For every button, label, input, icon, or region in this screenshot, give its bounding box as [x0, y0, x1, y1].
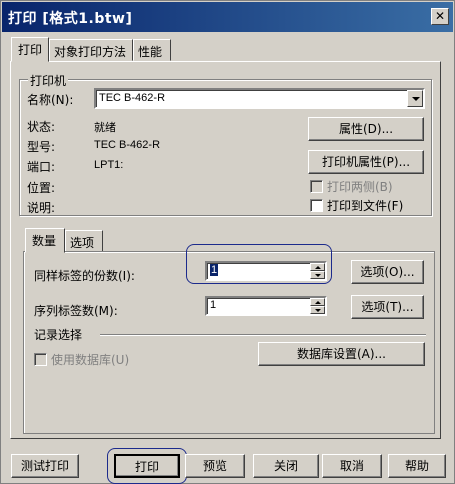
close-icon: ✕ [434, 9, 446, 23]
serial-spinner[interactable]: 1 [205, 296, 327, 316]
port-label: 端口: [27, 160, 56, 174]
window-title: 打印 [格式1.btw] [8, 11, 133, 27]
duplex-checkbox [310, 180, 323, 193]
properties-button[interactable]: 属性(D)... [308, 117, 424, 141]
tab-object-print-method[interactable]: 对象打印方法 [49, 39, 133, 61]
use-database-checkbox [34, 353, 47, 366]
test-print-button[interactable]: 测试打印 [11, 454, 79, 478]
serial-increment-button[interactable] [310, 298, 325, 306]
duplex-checkbox-row: 打印两侧(B) [310, 178, 393, 195]
arrow-up-icon [315, 301, 321, 304]
port-value: LPT1: [94, 159, 124, 171]
record-selection-title: 记录选择 [34, 328, 83, 342]
tab-print[interactable]: 打印 [11, 37, 49, 62]
tab-options[interactable]: 选项 [65, 230, 103, 252]
printer-name-label: 名称(N): [27, 93, 74, 107]
help-button[interactable]: 帮助 [388, 454, 446, 478]
status-value: 就绪 [94, 121, 116, 134]
printer-dropdown-button[interactable] [407, 90, 423, 107]
duplex-label: 打印两侧(B) [327, 180, 393, 194]
tab-performance[interactable]: 性能 [133, 39, 171, 61]
serial-value: 1 [210, 299, 217, 311]
printer-properties-button[interactable]: 打印机属性(P)... [308, 150, 424, 174]
arrow-down-icon [315, 309, 321, 312]
use-database-label: 使用数据库(U) [51, 353, 130, 367]
record-selection-divider [100, 334, 426, 336]
print-to-file-label: 打印到文件(F) [327, 199, 404, 213]
database-settings-button[interactable]: 数据库设置(A)... [258, 342, 425, 366]
printer-group: 打印机 名称(N): TEC B-462-R 状态: 就绪 型号: TEC B-… [19, 72, 432, 216]
printer-group-title: 打印机 [28, 72, 69, 89]
model-value: TEC B-462-R [94, 139, 161, 151]
print-highlight-annotation [107, 448, 187, 484]
serial-spin-buttons [310, 298, 325, 314]
close-button[interactable]: ✕ [431, 8, 449, 25]
copies-label: 同样标签的份数(I): [34, 269, 135, 283]
print-to-file-row[interactable]: 打印到文件(F) [310, 197, 403, 214]
comment-label: 说明: [27, 201, 56, 215]
use-database-row: 使用数据库(U) [34, 351, 129, 368]
print-to-file-checkbox[interactable] [310, 199, 323, 212]
close-dialog-button[interactable]: 关闭 [253, 454, 319, 478]
chevron-down-icon [412, 97, 420, 101]
tab-quantity[interactable]: 数量 [25, 228, 65, 253]
printer-name-select[interactable]: TEC B-462-R [94, 88, 425, 109]
model-label: 型号: [27, 140, 56, 154]
print-dialog: 打印 [格式1.btw] ✕ 打印 对象打印方法 性能 打印机 名称(N): T… [0, 0, 455, 484]
status-label: 状态: [27, 120, 56, 134]
printer-name-value: TEC B-462-R [99, 92, 166, 104]
print-tab-panel: 打印机 名称(N): TEC B-462-R 状态: 就绪 型号: TEC B-… [10, 61, 441, 439]
preview-button[interactable]: 预览 [185, 454, 245, 478]
serial-label: 序列标签数(M): [34, 304, 118, 318]
cancel-button[interactable]: 取消 [322, 454, 382, 478]
copies-options-button[interactable]: 选项(O)... [351, 260, 424, 284]
title-bar[interactable]: 打印 [格式1.btw] ✕ [2, 2, 453, 32]
copies-highlight-annotation [186, 244, 332, 284]
serial-decrement-button[interactable] [310, 306, 325, 314]
location-label: 位置: [27, 181, 56, 195]
serial-options-button[interactable]: 选项(T)... [351, 295, 424, 319]
